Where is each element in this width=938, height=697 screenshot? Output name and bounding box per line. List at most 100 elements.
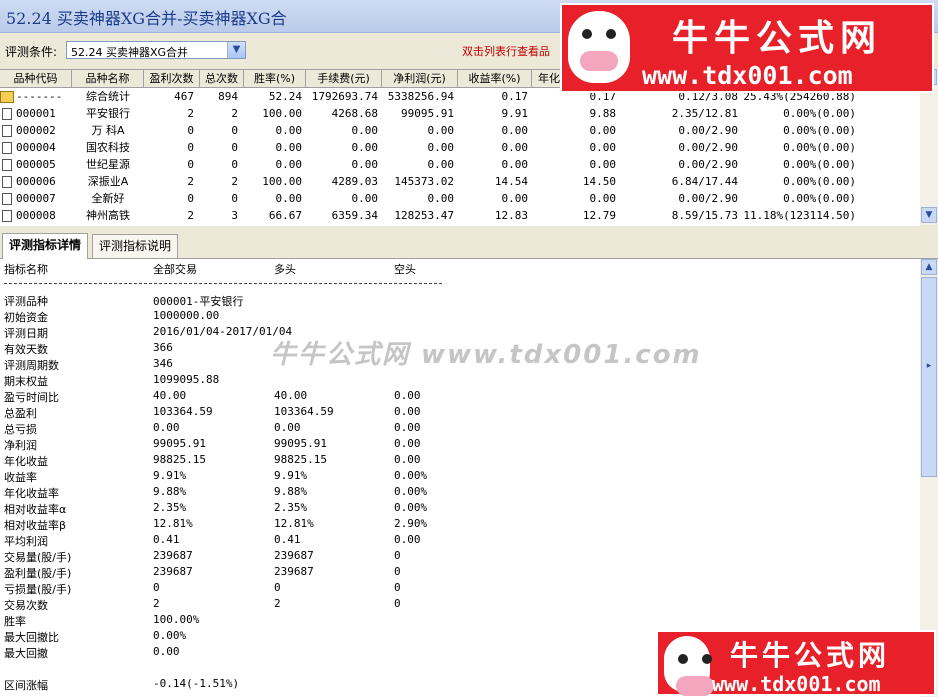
metric-long: 0.00 — [274, 421, 301, 434]
scroll-thumb[interactable] — [921, 277, 937, 477]
cell-rate: 100.00 — [262, 107, 302, 120]
metric-long: 239687 — [274, 565, 314, 578]
metric-label: 相对收益率α — [4, 503, 67, 516]
document-icon — [2, 125, 12, 137]
metric-label: 胜率 — [4, 615, 26, 628]
column-header-winrate[interactable]: 胜率(%) — [244, 70, 306, 87]
metric-long: 9.88% — [274, 485, 308, 498]
hint-text: 双击列表行查看品 — [462, 45, 550, 58]
metric-short: 0.00 — [394, 405, 421, 418]
metric-label: 期末权益 — [4, 375, 48, 388]
cell-fee: 0.00 — [351, 141, 379, 154]
metric-all: 2 — [153, 597, 160, 610]
cell-profit: 0.00 — [427, 158, 455, 171]
metric-all: 99095.91 — [153, 437, 206, 450]
document-icon — [2, 142, 12, 154]
metric-all: 0.00% — [153, 629, 187, 642]
cell-fee: 4268.68 — [331, 107, 378, 120]
metric-short: 2.90% — [394, 517, 428, 530]
cell-ret: 14.54 — [494, 175, 528, 188]
cell-name: 国农科技 — [86, 141, 130, 154]
header-divider — [4, 283, 442, 284]
table-row[interactable]: 000004 国农科技 0 0 0.00 0.00 0.00 0.00 0.00 0.00/2.9… — [0, 139, 920, 156]
metric-all: 100.00% — [153, 613, 200, 626]
cell-rate: 0.00 — [275, 192, 303, 205]
metric-label: 评测品种 — [4, 295, 48, 308]
metric-long: 12.81% — [274, 517, 314, 530]
metric-short: 0.00% — [394, 469, 428, 482]
tab-metric-details[interactable]: 评测指标详情 — [2, 233, 89, 259]
cell-code: 000007 — [0, 190, 72, 207]
scroll-up-icon[interactable]: ▲ — [921, 259, 937, 275]
cell-code-text: 000007 — [16, 192, 56, 205]
cell-fee: 4289.03 — [331, 175, 378, 188]
cell-code-text: 000004 — [16, 141, 56, 154]
cell-code: 000005 — [0, 156, 72, 173]
cell-ret: 0.00 — [501, 158, 529, 171]
column-header-profit[interactable]: 净利润(元) — [382, 70, 458, 87]
metric-all: 1000000.00 — [153, 309, 220, 322]
scroll-down-icon[interactable]: ▼ — [921, 207, 937, 223]
cell-annual: 0.00 — [589, 158, 617, 171]
table-row[interactable]: 000007 全新好 0 0 0.00 0.00 0.00 0.00 0.00 0.00/2.90… — [0, 190, 920, 207]
table-row[interactable]: 000006 深振业A 2 2 100.00 4289.03 145373.02 14.54 1… — [0, 173, 920, 190]
tab-metric-description[interactable]: 评测指标说明 — [92, 234, 179, 258]
column-header-return[interactable]: 收益率(%) — [458, 70, 532, 87]
cell-code: 000002 — [0, 122, 72, 139]
cell-win: 2 — [187, 175, 194, 188]
cell-extra2: 0.00%(0.00) — [783, 124, 856, 137]
metric-row: 平均利润 0.41 0.41 0.00 — [4, 533, 704, 549]
cell-code: ------- — [0, 88, 72, 105]
table-row[interactable]: 000008 神州高铁 2 3 66.67 6359.34 128253.47 12.83 12… — [0, 207, 920, 224]
metric-label: 盈利量(股/手) — [4, 567, 72, 580]
cell-extra1: 8.59/15.73 — [671, 209, 738, 222]
cell-win: 2 — [187, 209, 194, 222]
cell-code-text: 000001 — [16, 107, 56, 120]
cell-rate: 0.00 — [275, 124, 303, 137]
metric-all: -0.14(-1.51%) — [153, 677, 240, 690]
metric-row: 最大回撤 0.00 — [4, 645, 704, 661]
metric-short: 0 — [394, 549, 401, 562]
watermark-logo-top: 牛牛公式网 www.tdx001.com — [560, 3, 934, 93]
column-header-wins[interactable]: 盈利次数 — [144, 70, 200, 87]
column-header-fee[interactable]: 手续费(元) — [306, 70, 382, 87]
cell-extra1: 0.00/2.90 — [678, 124, 738, 137]
metric-all: 12.81% — [153, 517, 193, 530]
metric-row: 期末权益 1099095.88 — [4, 373, 704, 389]
column-header-code[interactable]: 品种代码 — [0, 70, 72, 87]
cell-total: 2 — [231, 107, 238, 120]
column-header-name[interactable]: 品种名称 — [72, 70, 144, 87]
cell-code: 000006 — [0, 173, 72, 190]
document-icon — [2, 176, 12, 188]
metric-long: 103364.59 — [274, 405, 334, 418]
metric-short: 0.00 — [394, 389, 421, 402]
chevron-down-icon[interactable]: ▼ — [227, 42, 245, 58]
metric-label: 盈亏时间比 — [4, 391, 59, 404]
metric-row: 区间涨幅 -0.14(-1.51%) — [4, 677, 704, 693]
cell-annual: 9.88 — [589, 107, 617, 120]
cell-rate: 0.00 — [275, 141, 303, 154]
metric-short: 0.00% — [394, 501, 428, 514]
cell-extra1: 0.00/2.90 — [678, 192, 738, 205]
cell-profit: 0.00 — [427, 192, 455, 205]
metric-row: 相对收益率α 2.35% 2.35% 0.00% — [4, 501, 704, 517]
condition-select[interactable]: 52.24 买卖神器XG合并 ▼ — [66, 41, 246, 59]
metric-label: 净利润 — [4, 439, 37, 452]
cell-annual: 14.50 — [582, 175, 616, 188]
cell-name: 神州高铁 — [86, 209, 130, 222]
column-header-total[interactable]: 总次数 — [200, 70, 244, 87]
table-row[interactable]: 000001 平安银行 2 2 100.00 4268.68 99095.91 9.91 9.8… — [0, 105, 920, 122]
table-row[interactable]: 000005 世纪星源 0 0 0.00 0.00 0.00 0.00 0.00 0.00/2.9… — [0, 156, 920, 173]
metric-long: 99095.91 — [274, 437, 327, 450]
cell-code-text: 000002 — [16, 124, 56, 137]
cell-annual: 0.00 — [589, 124, 617, 137]
metric-row: 最大回撤比 0.00% — [4, 629, 704, 645]
table-row[interactable]: 000002 万 科A 0 0 0.00 0.00 0.00 0.00 0.00 0.00/2.9… — [0, 122, 920, 139]
cell-total: 894 — [218, 90, 238, 103]
metric-label: 初始资金 — [4, 311, 48, 324]
cell-name: 综合统计 — [86, 90, 130, 103]
metric-label: 亏损量(股/手) — [4, 583, 72, 596]
cell-ret: 0.00 — [501, 124, 529, 137]
document-icon — [2, 108, 12, 120]
cell-profit: 0.00 — [427, 141, 455, 154]
